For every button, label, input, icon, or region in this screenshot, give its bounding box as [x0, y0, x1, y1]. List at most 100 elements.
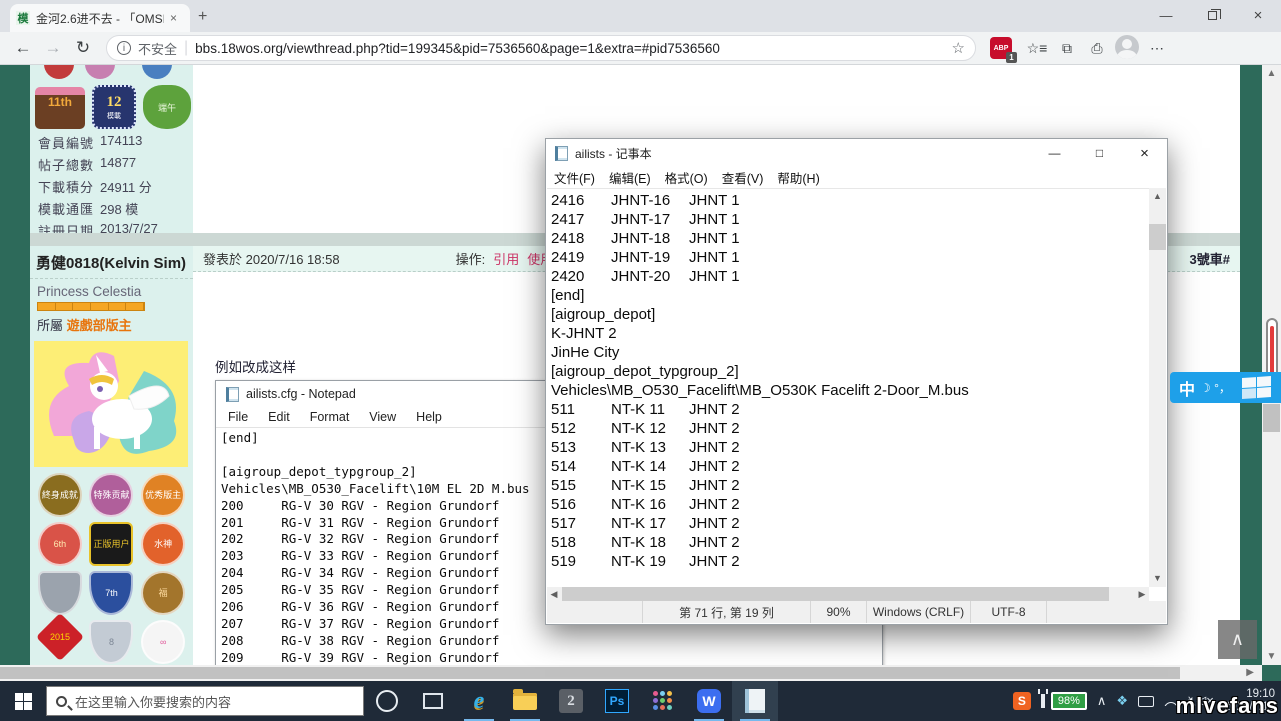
depot-col: JHNT 2 — [689, 533, 740, 552]
info-icon[interactable]: i — [117, 41, 131, 55]
notepad-menu-item[interactable]: 编辑(E) — [609, 168, 651, 187]
author-avatar — [34, 341, 188, 467]
profile-avatar[interactable] — [1112, 35, 1142, 62]
browser-tab[interactable]: 模 金河2.6进不去 - 「OMSI答疑版」 × — [10, 4, 190, 32]
notepad-text-area[interactable]: 2416JHNT-16JHNT 12417JHNT-17JHNT 12418JH… — [547, 188, 1149, 587]
back-button[interactable]: ← — [8, 38, 38, 58]
embedded-menu-item[interactable]: Help — [416, 410, 442, 424]
taskbar-omsi-button[interactable]: 2 — [548, 681, 594, 721]
power-plug-icon[interactable] — [1041, 694, 1045, 708]
url-text[interactable]: bbs.18wos.org/viewthread.php?tid=199345&… — [195, 41, 944, 56]
notepad-line: K-JHNT 2 — [551, 324, 1149, 343]
embedded-menu-item[interactable]: View — [369, 410, 396, 424]
notepad-vscrollbar[interactable]: ▲ ▼ — [1149, 188, 1166, 587]
np-scroll-up-icon[interactable]: ▲ — [1149, 188, 1166, 205]
cortana-button[interactable] — [364, 681, 410, 721]
embedded-menu-item[interactable]: Format — [310, 410, 350, 424]
ime-symbols[interactable]: ☽ °， — [1200, 379, 1231, 396]
windows-start-icon — [15, 693, 32, 710]
scroll-right-icon[interactable]: ▶ — [1246, 665, 1254, 681]
share-icon[interactable]: ⎙ — [1082, 40, 1112, 57]
notepad-menu-item[interactable]: 查看(V) — [722, 168, 764, 187]
collections-icon[interactable]: ⧉ — [1052, 40, 1082, 57]
scroll-up-icon[interactable]: ▲ — [1262, 68, 1281, 79]
notepad-line: 515NT-K 15JHNT 2 — [551, 476, 1149, 495]
taskbar-explorer-button[interactable] — [502, 681, 548, 721]
new-tab-button[interactable]: + — [198, 8, 207, 26]
group-link[interactable]: 遊戲部版主 — [67, 318, 132, 333]
forward-button[interactable]: → — [38, 38, 68, 58]
taskbar-wps-button[interactable]: W — [686, 681, 732, 721]
actions-label: 操作: — [456, 249, 486, 268]
cortana-icon — [376, 690, 398, 712]
tab-close-icon[interactable]: × — [170, 11, 177, 25]
np-scroll-right-icon[interactable]: ▶ — [1135, 587, 1149, 601]
medal-badge-icon: 特殊贡献 — [89, 473, 133, 517]
depot-col: JHNT 2 — [689, 419, 740, 438]
window-restore-button[interactable] — [1189, 0, 1235, 30]
windows-logo-icon[interactable] — [1242, 375, 1272, 399]
np-hscroll-thumb[interactable] — [562, 587, 1109, 601]
window-minimize-button[interactable]: — — [1143, 0, 1189, 30]
np-scroll-down-icon[interactable]: ▼ — [1149, 570, 1166, 587]
notepad-close-button[interactable]: × — [1122, 139, 1167, 167]
vehicle-id-col: NT-K 13 — [611, 438, 689, 457]
ime-toolbar[interactable]: 中 ☽ °， — [1170, 372, 1281, 403]
post-number[interactable]: 3號車# — [1190, 249, 1230, 268]
tray-app-icon[interactable]: S — [1013, 692, 1031, 710]
taskbar-ie-button[interactable]: e — [456, 681, 502, 721]
depot-col: JHNT 1 — [689, 248, 740, 267]
notepad-menu-item[interactable]: 格式(O) — [665, 168, 708, 187]
start-button[interactable] — [0, 681, 46, 721]
hscroll-thumb[interactable] — [0, 667, 1180, 679]
taskbar-notepad-button[interactable] — [732, 681, 778, 721]
notepad-icon — [555, 146, 568, 161]
medal-label: 8 — [109, 637, 114, 647]
notepad-menu-item[interactable]: 文件(F) — [554, 168, 595, 187]
horizontal-scrollbar[interactable]: ▶ — [0, 665, 1262, 681]
more-menu-icon[interactable]: ⋯ — [1142, 40, 1172, 57]
badge-partial — [142, 65, 172, 79]
battery-indicator[interactable]: 98% — [1051, 692, 1087, 710]
notepad-line: [aigroup_depot] — [551, 305, 1149, 324]
stat-label: 註冊日期 — [38, 221, 100, 234]
depot-col: JHNT 2 — [689, 476, 740, 495]
user-stats: 會員編號174113帖子總數14877下載積分24911 分模載通匯298 模註… — [30, 131, 193, 233]
medal-badge-icon: 7th — [89, 571, 133, 615]
embedded-menu-item[interactable]: File — [228, 410, 248, 424]
np-vscroll-thumb[interactable] — [1149, 224, 1166, 250]
notepad-line: [end] — [551, 286, 1149, 305]
depot-col: JHNT 2 — [689, 552, 740, 571]
address-bar[interactable]: i 不安全 | bbs.18wos.org/viewthread.php?tid… — [106, 35, 976, 61]
author-username[interactable]: 勇健0818(Kelvin Sim) — [30, 246, 193, 279]
scrollbar-thumb[interactable] — [1263, 404, 1280, 432]
ime-mode-button[interactable]: 中 — [1179, 376, 1195, 400]
line-text: [end] — [551, 286, 584, 305]
scroll-to-top-button[interactable]: ∧ — [1218, 620, 1257, 659]
notepad-titlebar[interactable]: ailists - 记事本 — □ × — [546, 139, 1167, 167]
defender-icon[interactable]: ❖ — [1116, 693, 1128, 709]
notepad-hscrollbar[interactable]: ◀ ▶ — [547, 587, 1149, 601]
line-number-col: 511 — [551, 400, 611, 419]
scroll-down-icon[interactable]: ▼ — [1262, 651, 1281, 662]
notepad-menu-item[interactable]: 帮助(H) — [777, 168, 819, 187]
task-view-button[interactable] — [410, 681, 456, 721]
window-close-button[interactable]: × — [1235, 0, 1281, 30]
taskbar-photoshop-button[interactable]: Ps — [594, 681, 640, 721]
status-zoom: 90% — [810, 601, 866, 623]
notepad-icon — [226, 387, 239, 402]
touch-keyboard-icon[interactable] — [1138, 696, 1154, 707]
notepad-maximize-button[interactable]: □ — [1077, 139, 1122, 167]
notepad-minimize-button[interactable]: — — [1032, 139, 1077, 167]
medal-label: 正版用户 — [93, 539, 129, 549]
taskbar-app-button[interactable] — [640, 681, 686, 721]
tray-expand-icon[interactable]: ∧ — [1097, 693, 1107, 709]
refresh-button[interactable]: ↻ — [68, 38, 98, 58]
favorites-bar-icon[interactable]: ☆≡ — [1022, 40, 1052, 57]
post-action-link[interactable]: 引用 — [493, 249, 519, 268]
np-scroll-left-icon[interactable]: ◀ — [547, 587, 561, 601]
favorite-star-icon[interactable]: ☆ — [952, 39, 965, 57]
adblock-extension-icon[interactable]: ABP 1 — [990, 37, 1012, 59]
taskbar-search-box[interactable]: 在这里输入你要搜索的内容 — [46, 686, 364, 716]
embedded-menu-item[interactable]: Edit — [268, 410, 290, 424]
